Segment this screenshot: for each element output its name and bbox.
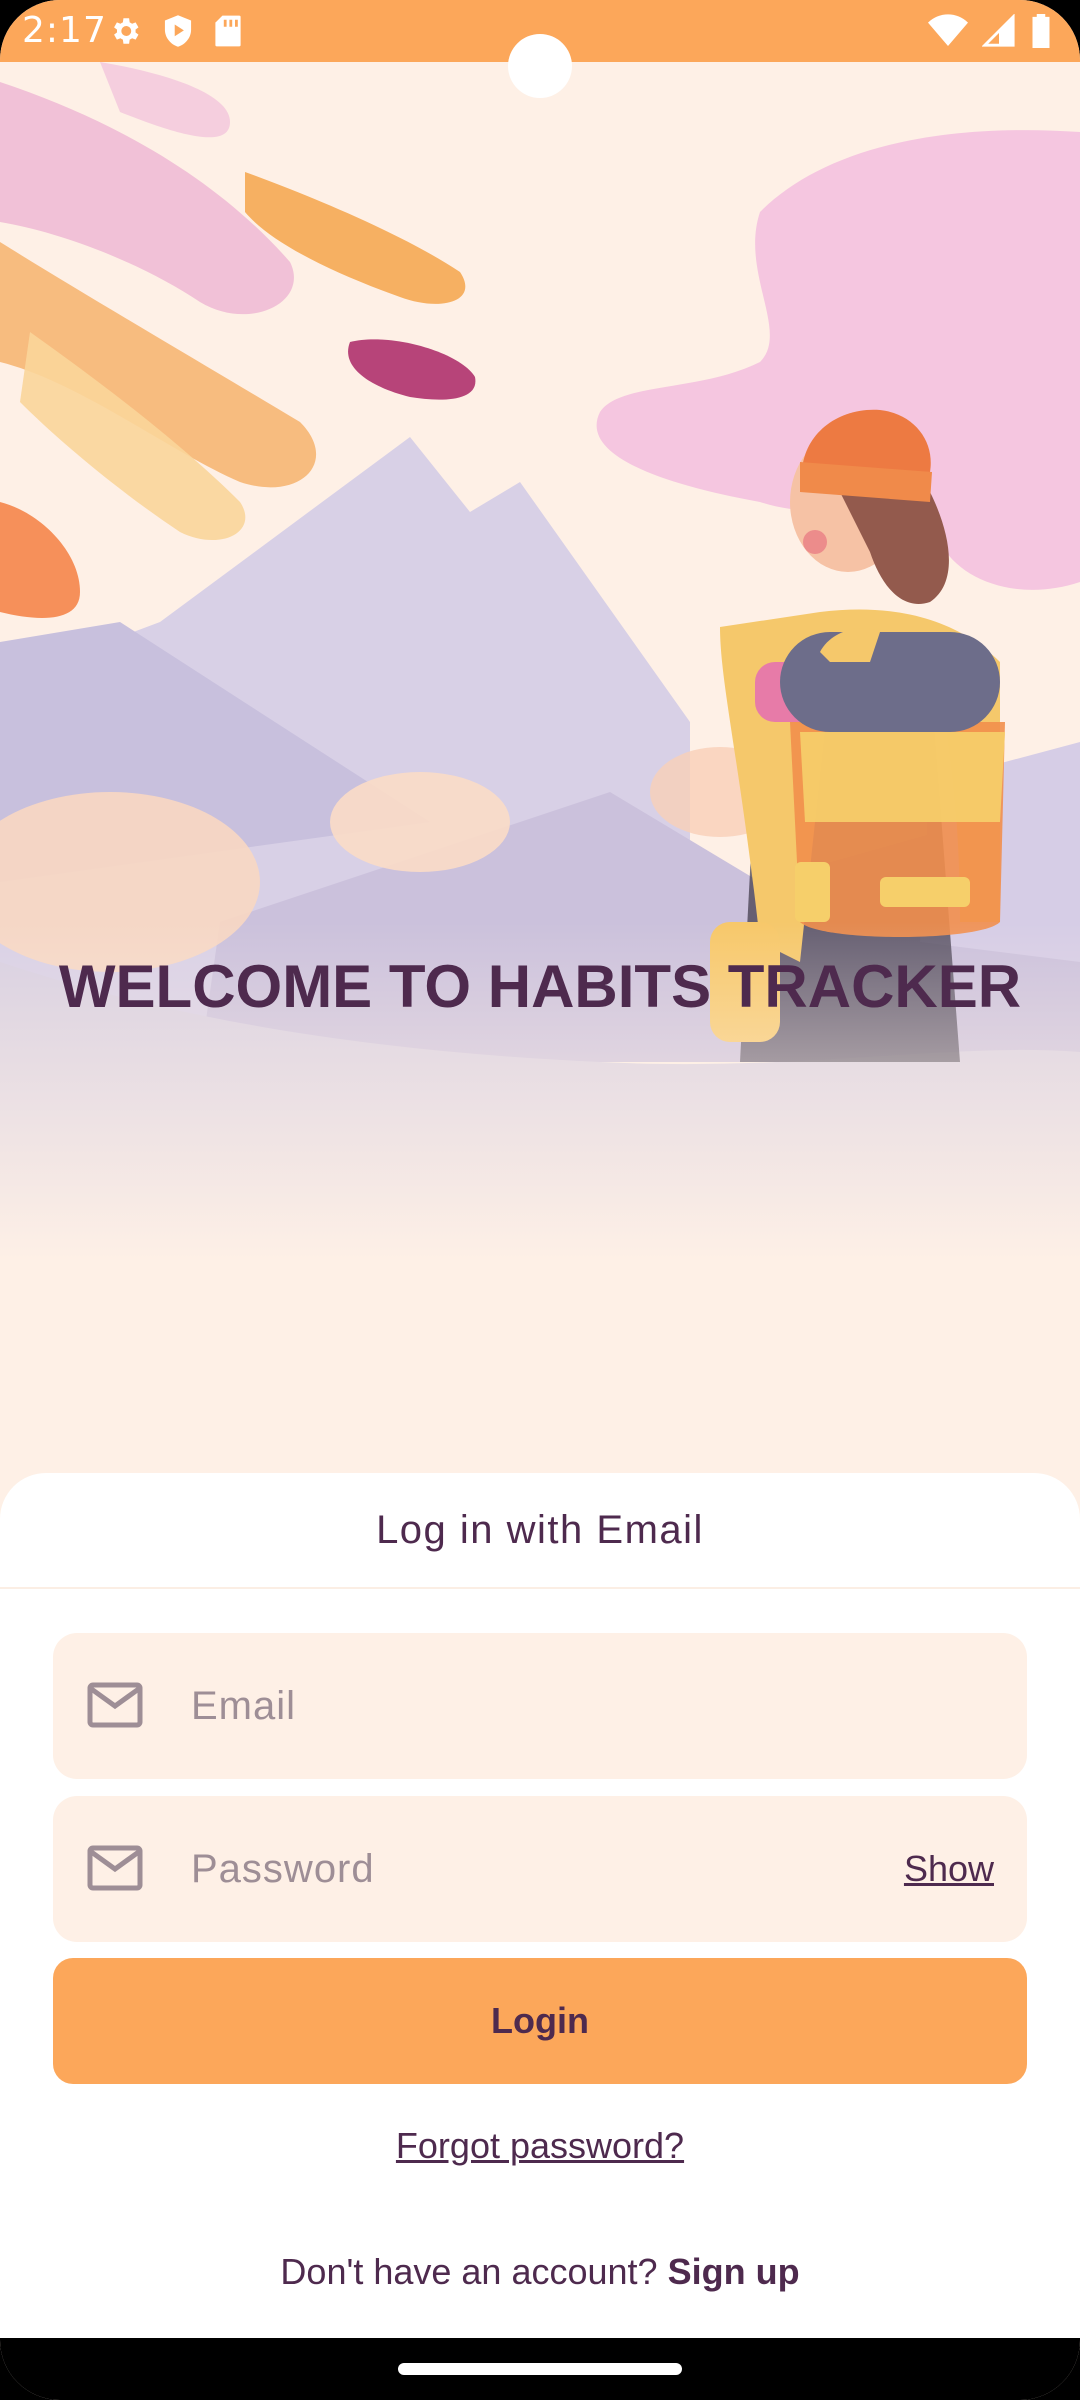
login-button[interactable]: Login [53, 1958, 1027, 2084]
email-placeholder: Email [191, 1683, 297, 1728]
shield-play-icon [162, 14, 194, 53]
wifi-icon [928, 14, 968, 53]
signup-prompt: Don't have an account? [280, 2251, 658, 2292]
show-password-toggle[interactable]: Show [904, 1848, 994, 1890]
app-screen: 2:17 WELCOME TO HABITS TRACKER Log in wi… [0, 0, 1080, 2400]
forgot-password-link[interactable]: Forgot password? [0, 2125, 1080, 2167]
login-sheet: Log in with Email Email Password Show Lo… [0, 1473, 1080, 2338]
password-field[interactable]: Password Show [53, 1796, 1027, 1942]
sheet-title: Log in with Email [376, 1507, 704, 1552]
status-icons-right [928, 13, 1052, 53]
sheet-header: Log in with Email [0, 1473, 1080, 1589]
sd-card-icon [214, 14, 242, 53]
status-time: 2:17 [22, 10, 107, 51]
welcome-title: WELCOME TO HABITS TRACKER [58, 953, 1022, 1020]
mail-icon [87, 1682, 143, 1728]
navigation-bar [0, 2338, 1080, 2400]
settings-gear-icon [108, 14, 142, 53]
signup-row: Don't have an account? Sign up [0, 2251, 1080, 2293]
mail-icon [87, 1845, 143, 1891]
home-gesture-handle[interactable] [398, 2363, 682, 2375]
cell-signal-icon [981, 13, 1016, 53]
hero-illustration [0, 62, 1080, 1262]
battery-icon [1030, 14, 1052, 53]
camera-cutout [508, 34, 572, 98]
password-placeholder: Password [191, 1846, 375, 1891]
email-field[interactable]: Email [53, 1633, 1027, 1779]
status-icons-left [108, 14, 242, 53]
signup-link[interactable]: Sign up [668, 2251, 800, 2292]
